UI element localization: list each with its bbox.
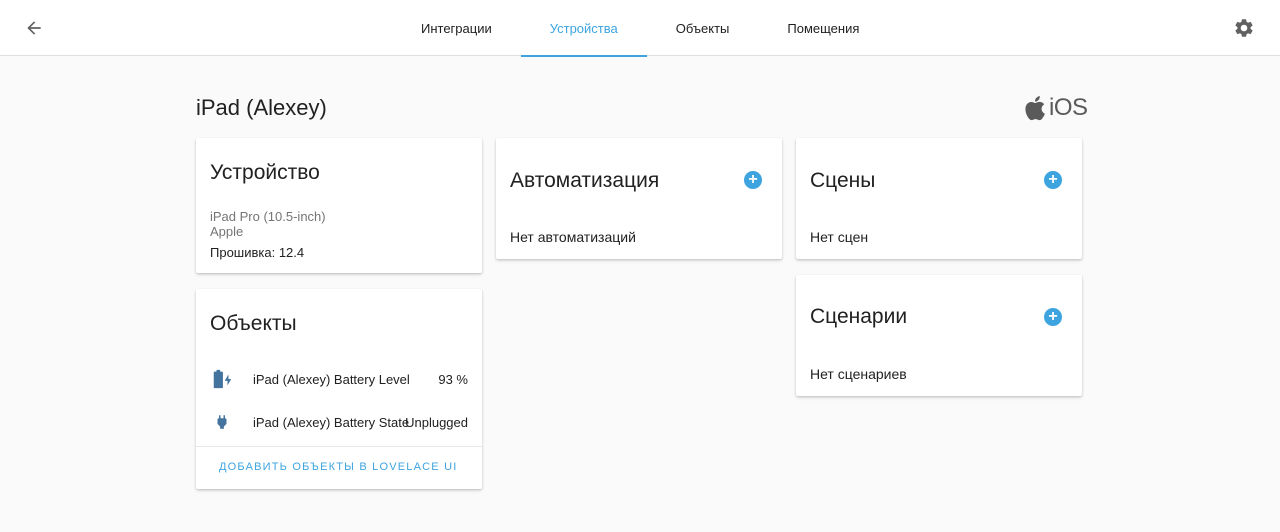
top-app-bar: Интеграции Устройства Объекты Помещения xyxy=(0,0,1280,57)
gear-icon xyxy=(1235,19,1253,37)
brand-logo: iOS xyxy=(1022,92,1088,124)
battery-charging-icon xyxy=(210,367,234,391)
entity-value: Unplugged xyxy=(405,414,468,430)
entity-value: 93 % xyxy=(438,371,468,387)
device-info-card: Устройство iPad Pro (10.5-inch) Apple Пр… xyxy=(196,138,482,273)
card-title: Автоматизация xyxy=(510,169,660,192)
add-automation-button[interactable]: + xyxy=(744,171,762,189)
tab-entities[interactable]: Объекты xyxy=(647,0,759,56)
device-model: iPad Pro (10.5-inch) xyxy=(210,209,326,224)
add-scene-button[interactable]: + xyxy=(1044,171,1062,189)
tab-areas[interactable]: Помещения xyxy=(758,0,888,56)
apple-icon xyxy=(1025,96,1045,121)
card-title: Объекты xyxy=(210,312,297,335)
card-title: Сцены xyxy=(810,169,876,192)
brand-text: iOS xyxy=(1049,94,1088,121)
empty-state-text: Нет автоматизаций xyxy=(510,229,636,245)
card-divider xyxy=(196,446,482,447)
settings-button[interactable] xyxy=(1230,14,1258,42)
card-title: Устройство xyxy=(210,161,320,184)
back-button[interactable] xyxy=(20,14,48,42)
entity-name: iPad (Alexey) Battery Level xyxy=(253,371,410,387)
power-plug-icon xyxy=(210,410,234,434)
add-to-lovelace-button[interactable]: ДОБАВИТЬ ОБЪЕКТЫ В LOVELACE UI xyxy=(219,461,457,473)
automation-card: Автоматизация + Нет автоматизаций xyxy=(496,138,782,259)
tab-bar: Интеграции Устройства Объекты Помещения xyxy=(392,0,888,57)
entities-card: Объекты iPad (Alexey) Battery Level 93 %… xyxy=(196,289,482,489)
empty-state-text: Нет сцен xyxy=(810,229,869,245)
entity-name: iPad (Alexey) Battery State xyxy=(253,414,410,430)
empty-state-text: Нет сценариев xyxy=(810,366,907,382)
tab-devices[interactable]: Устройства xyxy=(520,0,647,57)
entity-row[interactable]: iPad (Alexey) Battery State Unplugged xyxy=(196,410,482,434)
scripts-card: Сценарии + Нет сценариев xyxy=(796,275,1082,396)
add-script-button[interactable]: + xyxy=(1044,308,1062,326)
page-title: iPad (Alexey) xyxy=(196,95,327,120)
card-title: Сценарии xyxy=(810,305,908,328)
device-manufacturer: Apple xyxy=(210,224,244,239)
entity-row[interactable]: iPad (Alexey) Battery Level 93 % xyxy=(196,367,482,391)
device-firmware: Прошивка: 12.4 xyxy=(210,245,305,260)
scenes-card: Сцены + Нет сцен xyxy=(796,138,1082,259)
arrow-left-icon xyxy=(27,21,41,35)
tab-integrations[interactable]: Интеграции xyxy=(392,0,521,56)
